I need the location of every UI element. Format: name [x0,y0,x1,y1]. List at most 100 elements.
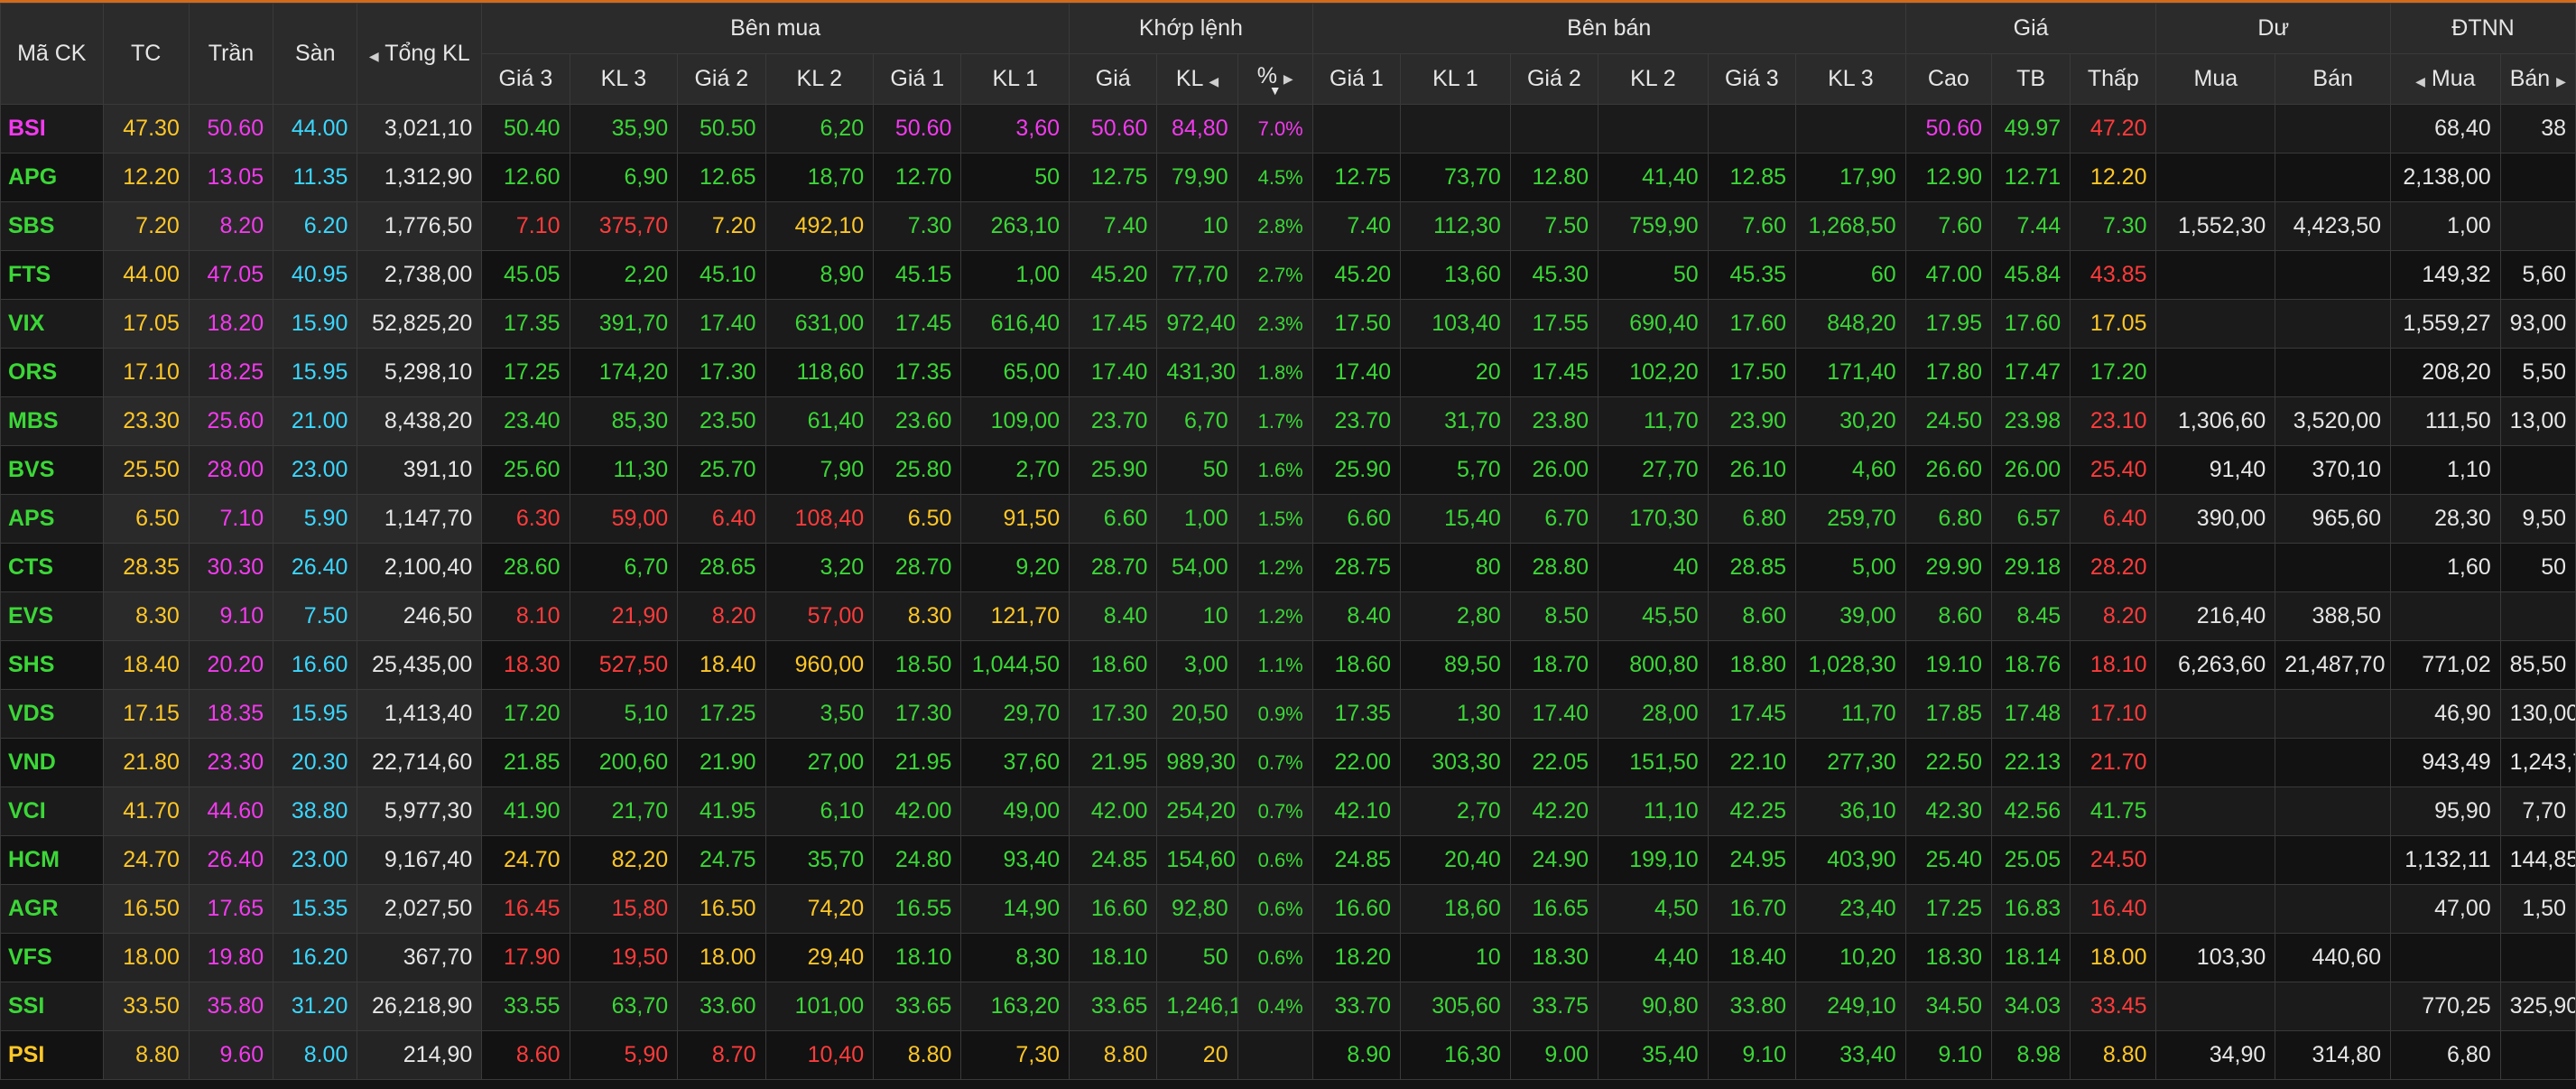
symbol-cell[interactable]: VFS [0,933,104,982]
buy-price-1-cell: 17.30 [873,689,962,739]
foreign-buy-cell: 47,00 [2390,884,2501,934]
symbol-cell[interactable]: HCM [0,835,104,885]
caret-left-icon[interactable]: ◀ [1209,74,1219,88]
header-tong-kl[interactable]: ◀ Tổng KL [357,3,483,105]
du-ban-cell [2275,543,2392,592]
symbol-cell[interactable]: SSI [0,982,104,1031]
header-avg[interactable]: TB [1990,53,2071,105]
header-sell-vol-1[interactable]: KL 1 [1400,53,1511,105]
header-match-price[interactable]: Giá [1069,53,1158,105]
caret-left-icon[interactable]: ◀ [369,49,379,63]
symbol-cell[interactable]: FTS [0,250,104,300]
ref-price-cell: 17.10 [102,348,190,397]
table-row[interactable]: HCM 24.70 26.40 23.00 9,167,40 24.70 82,20 24.7… [0,835,2576,885]
header-buy-price-2[interactable]: Giá 2 [677,53,766,105]
header-buy-vol-1[interactable]: KL 1 [960,53,1070,105]
caret-right-icon[interactable]: ▶ [2556,74,2566,88]
table-row[interactable]: VCI 41.70 44.60 38.80 5,977,30 41.90 21,70 41.9… [0,786,2576,836]
table-row[interactable]: AGR 16.50 17.65 15.35 2,027,50 16.45 15,80 16.5… [0,884,2576,934]
avg-price-cell: 18.76 [1990,640,2071,690]
sell-price-2-cell: 17.55 [1509,299,1599,349]
symbol-cell[interactable]: BSI [0,104,104,154]
du-mua-cell [2155,543,2276,592]
table-row[interactable]: BVS 25.50 28.00 23.00 391,10 25.60 11,30 25.70 7… [0,445,2576,495]
sell-vol-1-cell: 15,40 [1400,494,1511,544]
table-row[interactable]: FTS 44.00 47.05 40.95 2,738,00 45.05 2,20 45.10… [0,250,2576,300]
header-sell-price-1[interactable]: Giá 1 [1311,53,1402,105]
symbol-cell[interactable]: VDS [0,689,104,739]
symbol-cell[interactable]: PSI [0,1030,104,1080]
header-du-ban[interactable]: Bán [2275,53,2392,105]
table-row[interactable]: BSI 47.30 50.60 44.00 3,021,10 50.40 35,90 50.5… [0,104,2576,154]
caret-right-icon[interactable]: ▶ [1283,71,1293,86]
sell-vol-2-cell: 759,90 [1598,201,1709,251]
symbol-cell[interactable]: APS [0,494,104,544]
symbol-cell[interactable]: VIX [0,299,104,349]
buy-vol-1-cell: 3,60 [960,104,1070,154]
sell-price-3-cell: 6.80 [1707,494,1797,544]
header-du-mua[interactable]: Mua [2155,53,2276,105]
symbol-cell[interactable]: VND [0,738,104,787]
table-row[interactable]: SBS 7.20 8.20 6.20 1,776,50 7.10 375,70 7.20 492… [0,201,2576,251]
table-row[interactable]: VFS 18.00 19.80 16.20 367,70 17.90 19,50 18.00 2… [0,933,2576,982]
sell-price-2-cell: 7.50 [1509,201,1599,251]
buy-vol-2-cell: 118,60 [764,348,875,397]
header-buy-price-1[interactable]: Giá 1 [873,53,962,105]
sell-price-1-cell: 17.40 [1311,348,1402,397]
buy-vol-1-cell: 121,70 [960,591,1070,641]
symbol-cell[interactable]: AGR [0,884,104,934]
table-row[interactable]: SHS 18.40 20.20 16.60 25,435,00 18.30 527,50 18… [0,640,2576,690]
header-sell-vol-3[interactable]: KL 3 [1795,53,1906,105]
match-vol-cell: 10 [1156,591,1238,641]
header-match-pct[interactable]: % ▶ ▼ [1237,53,1313,105]
table-row[interactable]: ORS 17.10 18.25 15.95 5,298,10 17.25 174,20 17.… [0,348,2576,397]
table-row[interactable]: APS 6.50 7.10 5.90 1,147,70 6.30 59,00 6.40 108,… [0,494,2576,544]
table-row[interactable]: CTS 28.35 30.30 26.40 2,100,40 28.60 6,70 28.65… [0,543,2576,592]
header-symbol[interactable]: Mã CK [0,3,104,105]
table-row[interactable]: VIX 17.05 18.20 15.90 52,825,20 17.35 391,70 17… [0,299,2576,349]
symbol-cell[interactable]: MBS [0,396,104,446]
symbol-cell[interactable]: EVS [0,591,104,641]
caret-left-icon[interactable]: ◀ [2415,74,2425,88]
table-row[interactable]: APG 12.20 13.05 11.35 1,312,90 12.60 6,90 12.65… [0,153,2576,202]
avg-price-cell: 17.47 [1990,348,2071,397]
table-row[interactable]: PSI 8.80 9.60 8.00 214,90 8.60 5,90 8.70 10,40 8.… [0,1030,2576,1080]
table-row[interactable]: VND 21.80 23.30 20.30 22,714,60 21.85 200,60 21… [0,738,2576,787]
symbol-cell[interactable]: CTS [0,543,104,592]
header-buy-vol-2[interactable]: KL 2 [764,53,875,105]
header-tc[interactable]: TC [102,3,190,105]
floor-price-cell: 15.95 [273,348,358,397]
symbol-cell[interactable]: SBS [0,201,104,251]
header-san[interactable]: Sàn [273,3,358,105]
header-nn-ban[interactable]: Bán ▶ [2499,53,2576,105]
symbol-cell[interactable]: SHS [0,640,104,690]
header-buy-price-3[interactable]: Giá 3 [481,53,570,105]
table-row[interactable]: MBS 23.30 25.60 21.00 8,438,20 23.40 85,30 23.5… [0,396,2576,446]
table-row[interactable]: VDS 17.15 18.35 15.95 1,413,40 17.20 5,10 17.25… [0,689,2576,739]
low-price-cell: 12.20 [2070,153,2157,202]
match-pct-cell: 2.7% [1237,250,1313,300]
header-high[interactable]: Cao [1904,53,1993,105]
symbol-cell[interactable]: VCI [0,786,104,836]
table-row[interactable]: EVS 8.30 9.10 7.50 246,50 8.10 21,90 8.20 57,00 8… [0,591,2576,641]
foreign-sell-cell [2499,201,2576,251]
buy-vol-3-cell: 85,30 [569,396,679,446]
header-match-vol[interactable]: KL ◀ [1156,53,1238,105]
match-pct-cell [1237,1030,1313,1080]
header-low[interactable]: Thấp [2070,53,2157,105]
header-sell-price-3[interactable]: Giá 3 [1707,53,1797,105]
match-price-cell: 25.90 [1069,445,1158,495]
sell-price-2-cell: 6.70 [1509,494,1599,544]
header-buy-vol-3[interactable]: KL 3 [569,53,679,105]
table-row[interactable]: SSI 33.50 35.80 31.20 26,218,90 33.55 63,70 33.… [0,982,2576,1031]
sell-price-2-cell: 9.00 [1509,1030,1599,1080]
sell-price-1-cell: 23.70 [1311,396,1402,446]
symbol-cell[interactable]: APG [0,153,104,202]
header-nn-mua[interactable]: ◀ Mua [2390,53,2501,105]
symbol-cell[interactable]: ORS [0,348,104,397]
ref-price-cell: 17.05 [102,299,190,349]
header-sell-vol-2[interactable]: KL 2 [1598,53,1709,105]
header-sell-price-2[interactable]: Giá 2 [1509,53,1599,105]
header-tran[interactable]: Trần [188,3,274,105]
symbol-cell[interactable]: BVS [0,445,104,495]
